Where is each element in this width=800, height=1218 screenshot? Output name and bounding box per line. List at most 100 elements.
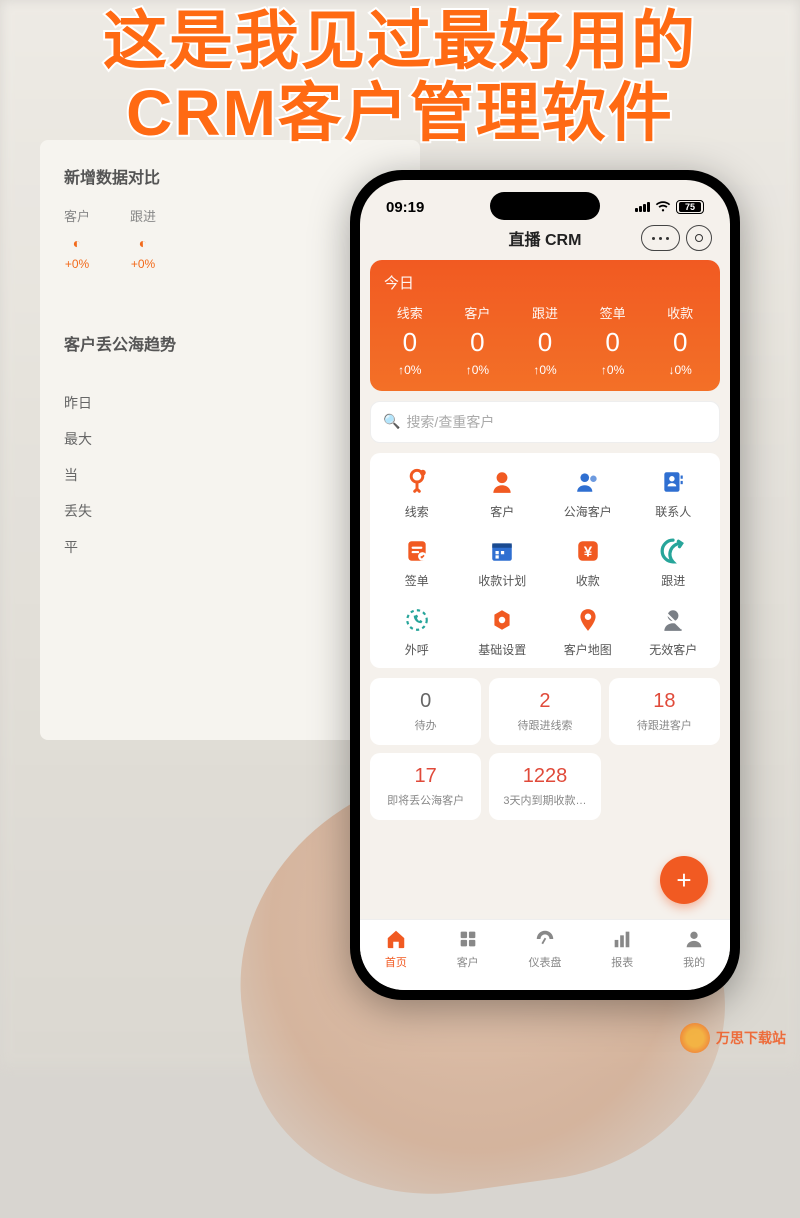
stat-value: 0 [376,690,475,713]
stat-label: 即将丢公海客户 [376,792,475,808]
metric-value: 0 [376,328,444,357]
feature-order[interactable]: 签单 [374,536,460,589]
more-button[interactable] [641,225,680,251]
metric-value: 0 [579,328,647,357]
order-icon [402,536,432,566]
desktop-metrics-row: 客户◐+0%跟进◐+0% [64,206,396,271]
metric-pct: ↑0% [579,363,647,377]
stat-value: 17 [376,765,475,788]
battery-icon: 75 [676,200,704,214]
report-icon [611,928,633,950]
follow-icon [658,536,688,566]
pin-icon [573,605,603,635]
tab-home[interactable]: 首页 [385,928,407,970]
feature-pin[interactable]: 客户地图 [545,605,631,658]
tab-profile[interactable]: 我的 [683,928,705,970]
feature-label: 联系人 [655,503,691,520]
public-icon [573,467,603,497]
dashboard-icon [534,928,556,950]
feature-gear[interactable]: 基础设置 [460,605,546,658]
watermark-text: 万思下载站 [716,1028,786,1048]
customer-icon [487,467,517,497]
signal-icon [635,202,650,212]
stat-card-4[interactable]: 1228 3天内到期收款… [489,753,600,820]
stat-value: 2 [495,690,594,713]
plan-icon [487,536,517,566]
invalid-icon [658,605,688,635]
tab-bar: 首页 客户 仪表盘 报表 我的 [360,919,730,990]
close-miniprogram-button[interactable] [686,225,712,251]
feature-customer[interactable]: 客户 [460,467,546,520]
feature-grid: 线索 客户 公海客户 联系人 签单 收款计划¥ 收款 跟进 外呼 基础设置 客户… [374,467,716,658]
stat-label: 3天内到期收款… [495,792,594,808]
feature-contact[interactable]: 联系人 [631,467,717,520]
battery-level: 75 [679,202,701,212]
app-title-bar: 直播 CRM [360,220,730,260]
metric-value: 0 [444,328,512,357]
metric-pct: ↓0% [646,363,714,377]
today-metric-3[interactable]: 签单 0 ↑0% [579,303,647,377]
people-icon [457,928,479,950]
feature-call[interactable]: 外呼 [374,605,460,658]
leads-icon [402,467,432,497]
metric-label: 线索 [376,303,444,322]
today-metric-1[interactable]: 客户 0 ↑0% [444,303,512,377]
feature-public[interactable]: 公海客户 [545,467,631,520]
tab-label: 首页 [385,954,407,970]
today-metric-2[interactable]: 跟进 0 ↑0% [511,303,579,377]
tab-label: 仪表盘 [528,954,561,970]
stat-card-3[interactable]: 17 即将丢公海客户 [370,753,481,820]
desktop-list: 昨日最大当丢失平 [64,385,396,565]
watermark-logo-icon [680,1023,710,1053]
metric-label: 签单 [579,303,647,322]
phone-frame: 09:19 75 直播 CRM 今日 线索 0 ↑0%客户 0 ↑0%跟进 0 … [350,170,740,1000]
tab-dashboard[interactable]: 仪表盘 [528,928,561,970]
feature-plan[interactable]: 收款计划 [460,536,546,589]
feature-label: 公海客户 [564,503,612,520]
tab-label: 我的 [683,954,705,970]
profile-icon [683,928,705,950]
stat-cards: 0 待办2 待跟进线索18 待跟进客户17 即将丢公海客户1228 3天内到期收… [370,678,720,820]
metric-pct: ↑0% [444,363,512,377]
metric-pct: ↑0% [376,363,444,377]
feature-payment[interactable]: ¥ 收款 [545,536,631,589]
stat-card-0[interactable]: 0 待办 [370,678,481,745]
today-summary-card: 今日 线索 0 ↑0%客户 0 ↑0%跟进 0 ↑0%签单 0 ↑0%收款 0 … [370,260,720,391]
tab-label: 客户 [457,954,479,970]
wifi-icon [655,201,671,213]
search-placeholder: 搜索/查重客户 [406,412,494,432]
feature-label: 签单 [405,572,429,589]
metric-pct: ↑0% [511,363,579,377]
search-icon: 🔍 [383,413,400,430]
app-title: 直播 CRM [509,226,582,250]
today-metric-4[interactable]: 收款 0 ↓0% [646,303,714,377]
stat-card-1[interactable]: 2 待跟进线索 [489,678,600,745]
phone-notch [490,192,600,220]
feature-invalid[interactable]: 无效客户 [631,605,717,658]
feature-label: 跟进 [661,572,685,589]
stat-label: 待跟进线索 [495,717,594,733]
metric-label: 客户 [444,303,512,322]
tab-people[interactable]: 客户 [457,928,479,970]
status-time: 09:19 [386,199,424,216]
feature-label: 客户地图 [564,641,612,658]
tab-report[interactable]: 报表 [611,928,633,970]
today-label: 今日 [376,270,714,303]
phone-screen: 09:19 75 直播 CRM 今日 线索 0 ↑0%客户 0 ↑0%跟进 0 … [360,180,730,990]
contact-icon [658,467,688,497]
feature-label: 客户 [490,503,514,520]
today-metric-0[interactable]: 线索 0 ↑0% [376,303,444,377]
metric-value: 0 [646,328,714,357]
add-button[interactable]: + [660,856,708,904]
stat-card-2[interactable]: 18 待跟进客户 [609,678,720,745]
feature-label: 线索 [405,503,429,520]
headline-line1: 这是我见过最好用的 [0,6,800,78]
svg-text:¥: ¥ [584,543,593,560]
today-metrics-row: 线索 0 ↑0%客户 0 ↑0%跟进 0 ↑0%签单 0 ↑0%收款 0 ↓0% [376,303,714,377]
payment-icon: ¥ [573,536,603,566]
feature-follow[interactable]: 跟进 [631,536,717,589]
search-input[interactable]: 🔍 搜索/查重客户 [370,401,720,443]
metric-label: 收款 [646,303,714,322]
feature-leads[interactable]: 线索 [374,467,460,520]
feature-label: 收款 [576,572,600,589]
